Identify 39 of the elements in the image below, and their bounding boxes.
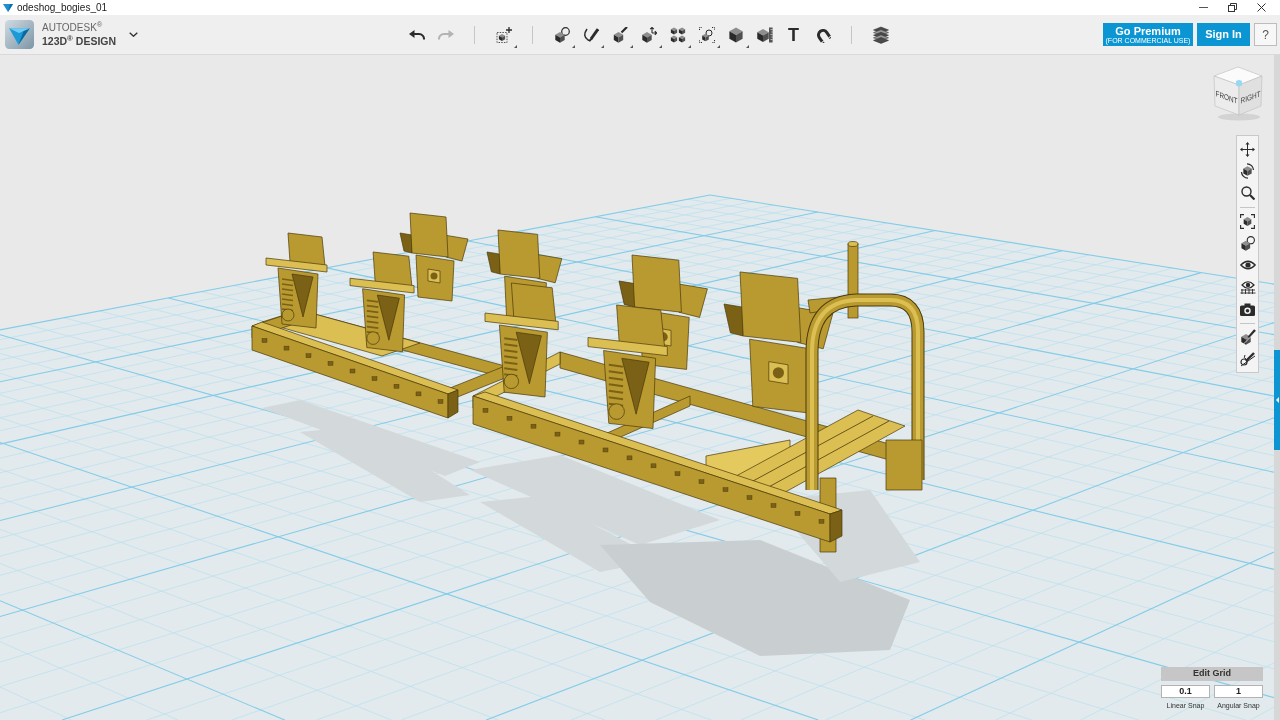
- cube-plus-icon: [495, 26, 512, 43]
- chevron-down-icon: [128, 32, 138, 37]
- cube-sphere-icon: [553, 26, 570, 43]
- four-cubes-icon: [669, 26, 686, 43]
- cube-arrows-icon: [640, 26, 657, 43]
- product-name: 123D$^{®}$ DESIGN: [42, 35, 118, 47]
- redo-arrow-icon: [437, 29, 454, 40]
- view-cube[interactable]: FRONT RIGHT: [1210, 63, 1266, 121]
- cube-ruler-icon: [756, 26, 773, 43]
- magnet-icon: [814, 26, 831, 43]
- minimize-icon: [1199, 7, 1208, 8]
- cube-orbit-icon: [1240, 163, 1255, 179]
- eye-grid-icon: [1239, 280, 1256, 294]
- help-button[interactable]: ?: [1254, 23, 1277, 46]
- restore-icon: [1228, 3, 1237, 12]
- cube-corners-icon: [1240, 213, 1255, 229]
- close-icon: [1257, 3, 1266, 12]
- snap-value-field[interactable]: 1: [1214, 685, 1263, 698]
- snap-value-field[interactable]: 0.1: [1161, 685, 1210, 698]
- panel-toggle-button[interactable]: [1274, 350, 1280, 450]
- four-way-arrow-icon: [1240, 141, 1255, 157]
- magnifier-icon: [1240, 186, 1255, 200]
- cube-sphere-icon: [1240, 235, 1255, 251]
- app-icon: [3, 3, 13, 12]
- eye-icon: [1239, 260, 1256, 270]
- cube-pencil-icon: [1239, 329, 1256, 345]
- company-name: AUTODESK$^{®}$: [42, 22, 104, 33]
- cube-brush-icon: [611, 26, 628, 43]
- cube-corners-icon: [698, 26, 715, 43]
- text-tool-button[interactable]: T: [779, 20, 808, 49]
- edit-grid-button[interactable]: Edit Grid: [1161, 667, 1263, 681]
- window-title: odeshog_bogies_01: [17, 2, 108, 13]
- cube-icon: [727, 26, 744, 43]
- layers-icon: [872, 25, 889, 44]
- pencil-strike-icon: [1239, 351, 1256, 367]
- camera-icon: [1240, 302, 1255, 316]
- undo-arrow-icon: [408, 29, 425, 40]
- app-logo-icon: [5, 20, 34, 49]
- pencil-curve-icon: [582, 26, 599, 43]
